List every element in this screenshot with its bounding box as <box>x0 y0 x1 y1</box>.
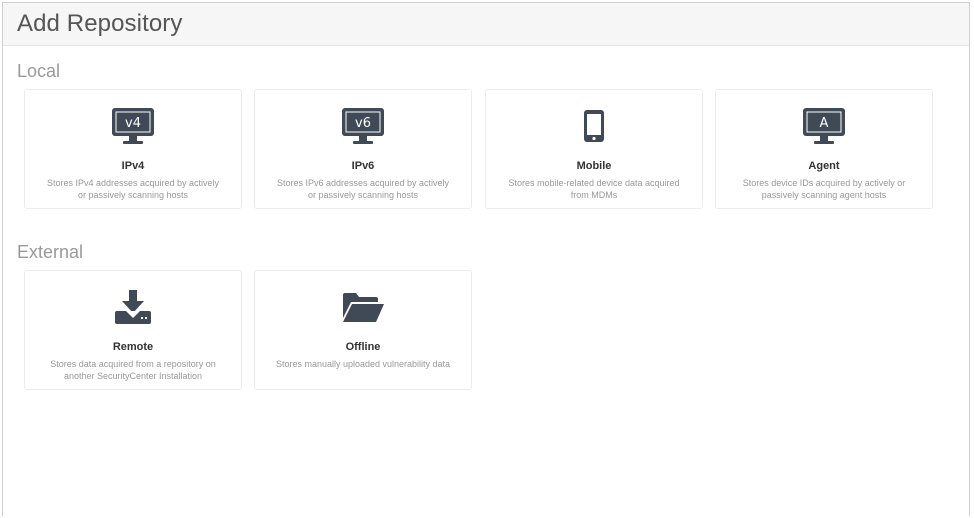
repo-tile-description: Stores IPv4 addresses acquired by active… <box>35 177 231 201</box>
add-repository-panel: Add Repository Local v4 IPv4 Stores IPv4… <box>2 2 970 516</box>
folder-open-icon <box>255 287 471 327</box>
monitor-icon-label: v6 <box>355 116 371 131</box>
desc-line: or passively scanning hosts <box>307 190 419 200</box>
repo-tile-title: IPv6 <box>351 160 375 172</box>
desc-line: Stores device IDs acquired by actively o… <box>742 178 906 188</box>
repo-tile-ipv6[interactable]: v6 IPv6 Stores IPv6 addresses acquired b… <box>254 89 472 209</box>
desc-line: another SecurityCenter Installation <box>63 371 203 381</box>
repo-tile-description: Stores manually uploaded vulnerability d… <box>265 358 461 370</box>
desc-line: Stores mobile-related device data acquir… <box>508 178 680 188</box>
repo-tile-title: Offline <box>345 341 381 353</box>
desc-line: from MDMs <box>570 190 618 200</box>
monitor-icon-label: v4 <box>125 116 141 131</box>
repo-tile-ipv4[interactable]: v4 IPv4 Stores IPv4 addresses acquired b… <box>24 89 242 209</box>
desc-line: Stores data acquired from a repository o… <box>50 359 216 369</box>
repo-tile-offline[interactable]: Offline Stores manually uploaded vulnera… <box>254 270 472 390</box>
repo-tile-mobile[interactable]: Mobile Stores mobile-related device data… <box>485 89 703 209</box>
repo-tile-description: Stores mobile-related device data acquir… <box>496 177 692 201</box>
desc-line: Stores IPv6 addresses acquired by active… <box>276 178 450 188</box>
repo-tile-title: Remote <box>112 341 154 353</box>
repo-tile-title: IPv4 <box>121 160 145 172</box>
download-icon <box>25 287 241 327</box>
repo-tile-description: Stores device IDs acquired by actively o… <box>726 177 922 201</box>
page-title: Add Repository <box>17 10 183 37</box>
repo-tile-title: Mobile <box>576 160 612 172</box>
monitor-icon-label: A <box>820 116 829 131</box>
repo-tile-agent[interactable]: A Agent Stores device IDs acquired by ac… <box>715 89 933 209</box>
repo-tile-description: Stores IPv6 addresses acquired by active… <box>265 177 461 201</box>
monitor-icon: v4 <box>25 106 241 146</box>
mobile-phone-icon <box>486 106 702 146</box>
desc-line: or passively scanning hosts <box>77 190 189 200</box>
desc-line: passively scanning agent hosts <box>761 190 887 200</box>
repo-tile-description: Stores data acquired from a repository o… <box>35 358 231 382</box>
desc-line: Stores IPv4 addresses acquired by active… <box>46 178 220 188</box>
monitor-icon: A <box>716 106 932 146</box>
section-title-local: Local <box>17 61 61 81</box>
repo-tile-remote[interactable]: Remote Stores data acquired from a repos… <box>24 270 242 390</box>
desc-line: Stores manually uploaded vulnerability d… <box>275 359 451 369</box>
section-title-external: External <box>17 242 84 262</box>
page-header: Add Repository <box>3 3 969 46</box>
monitor-icon: v6 <box>255 106 471 146</box>
repo-tile-title: Agent <box>808 160 840 172</box>
